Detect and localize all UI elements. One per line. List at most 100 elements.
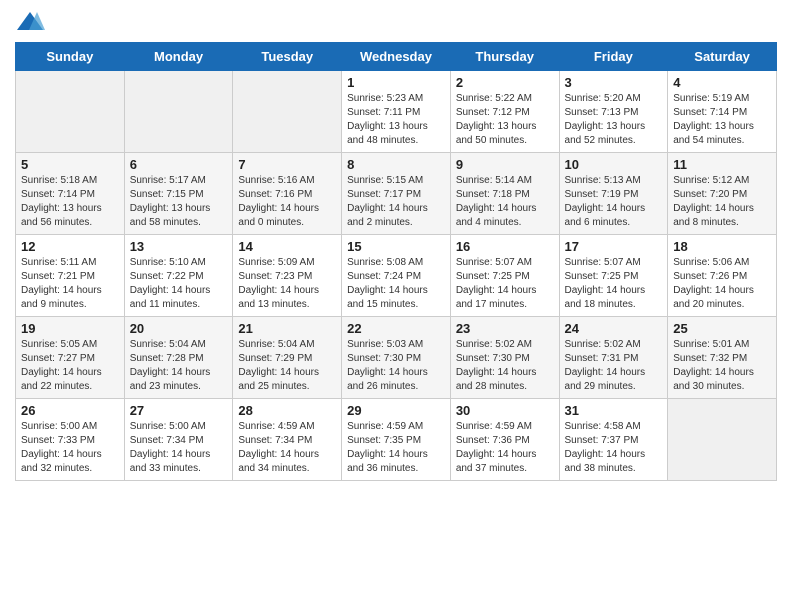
day-info: Sunrise: 5:04 AM Sunset: 7:29 PM Dayligh…: [238, 338, 336, 394]
day-info: Sunrise: 4:59 AM Sunset: 7:35 PM Dayligh…: [347, 420, 445, 476]
calendar-week-row: 1 Sunrise: 5:23 AM Sunset: 7:11 PM Daylig…: [16, 71, 777, 153]
calendar-cell: 22 Sunrise: 5:03 AM Sunset: 7:30 PM Dayli…: [342, 317, 451, 399]
calendar-week-row: 19 Sunrise: 5:05 AM Sunset: 7:27 PM Dayli…: [16, 317, 777, 399]
day-number: 26: [21, 403, 119, 418]
day-number: 16: [456, 239, 554, 254]
day-number: 30: [456, 403, 554, 418]
calendar-cell: [124, 71, 233, 153]
calendar-cell: [668, 399, 777, 481]
calendar-cell: 19 Sunrise: 5:05 AM Sunset: 7:27 PM Dayli…: [16, 317, 125, 399]
day-number: 10: [565, 157, 663, 172]
calendar-cell: 15Sunrise: 5:08 AM Sunset: 7:24 PM Dayli…: [342, 235, 451, 317]
day-info: Sunrise: 5:02 AM Sunset: 7:30 PM Dayligh…: [456, 338, 554, 394]
day-info: Sunrise: 5:23 AM Sunset: 7:11 PM Dayligh…: [347, 92, 445, 148]
calendar-cell: 16 Sunrise: 5:07 AM Sunset: 7:25 PM Dayli…: [450, 235, 559, 317]
day-info: Sunrise: 5:04 AM Sunset: 7:28 PM Dayligh…: [130, 338, 228, 394]
day-info: Sunrise: 5:11 AM Sunset: 7:21 PM Dayligh…: [21, 256, 119, 312]
day-info: Sunrise: 5:07 AM Sunset: 7:25 PM Dayligh…: [456, 256, 554, 312]
calendar-cell: 26 Sunrise: 5:00 AM Sunset: 7:33 PM Dayli…: [16, 399, 125, 481]
day-info: Sunrise: 5:08 AM Sunset: 7:24 PM Dayligh…: [347, 256, 445, 312]
day-info: Sunrise: 5:15 AM Sunset: 7:17 PM Dayligh…: [347, 174, 445, 230]
day-info: Sunrise: 5:02 AM Sunset: 7:31 PM Dayligh…: [565, 338, 663, 394]
calendar-cell: 12 Sunrise: 5:11 AM Sunset: 7:21 PM Dayli…: [16, 235, 125, 317]
day-info: Sunrise: 4:58 AM Sunset: 7:37 PM Dayligh…: [565, 420, 663, 476]
day-number: 14: [238, 239, 336, 254]
day-info: Sunrise: 5:13 AM Sunset: 7:19 PM Dayligh…: [565, 174, 663, 230]
calendar-cell: 20 Sunrise: 5:04 AM Sunset: 7:28 PM Dayli…: [124, 317, 233, 399]
day-number: 31: [565, 403, 663, 418]
day-number: 5: [21, 157, 119, 172]
calendar-cell: 29 Sunrise: 4:59 AM Sunset: 7:35 PM Dayli…: [342, 399, 451, 481]
day-info: Sunrise: 5:17 AM Sunset: 7:15 PM Dayligh…: [130, 174, 228, 230]
day-info: Sunrise: 5:05 AM Sunset: 7:27 PM Dayligh…: [21, 338, 119, 394]
calendar-week-row: 12 Sunrise: 5:11 AM Sunset: 7:21 PM Dayli…: [16, 235, 777, 317]
weekday-header: Wednesday: [342, 43, 451, 71]
day-number: 13: [130, 239, 228, 254]
day-info: Sunrise: 5:16 AM Sunset: 7:16 PM Dayligh…: [238, 174, 336, 230]
calendar-cell: 25 Sunrise: 5:01 AM Sunset: 7:32 PM Dayli…: [668, 317, 777, 399]
day-info: Sunrise: 5:03 AM Sunset: 7:30 PM Dayligh…: [347, 338, 445, 394]
day-number: 4: [673, 75, 771, 90]
calendar-cell: 11 Sunrise: 5:12 AM Sunset: 7:20 PM Dayli…: [668, 153, 777, 235]
day-info: Sunrise: 5:09 AM Sunset: 7:23 PM Dayligh…: [238, 256, 336, 312]
calendar-cell: 6 Sunrise: 5:17 AM Sunset: 7:15 PM Daylig…: [124, 153, 233, 235]
day-info: Sunrise: 5:00 AM Sunset: 7:34 PM Dayligh…: [130, 420, 228, 476]
calendar-cell: 21 Sunrise: 5:04 AM Sunset: 7:29 PM Dayli…: [233, 317, 342, 399]
day-number: 22: [347, 321, 445, 336]
calendar-cell: 28Sunrise: 4:59 AM Sunset: 7:34 PM Dayli…: [233, 399, 342, 481]
day-number: 25: [673, 321, 771, 336]
calendar-cell: 13 Sunrise: 5:10 AM Sunset: 7:22 PM Dayli…: [124, 235, 233, 317]
calendar-week-row: 5 Sunrise: 5:18 AM Sunset: 7:14 PM Daylig…: [16, 153, 777, 235]
weekday-header: Tuesday: [233, 43, 342, 71]
day-info: Sunrise: 5:01 AM Sunset: 7:32 PM Dayligh…: [673, 338, 771, 394]
calendar-cell: 8 Sunrise: 5:15 AM Sunset: 7:17 PM Daylig…: [342, 153, 451, 235]
day-info: Sunrise: 4:59 AM Sunset: 7:36 PM Dayligh…: [456, 420, 554, 476]
page-header: [15, 10, 777, 34]
calendar-cell: [16, 71, 125, 153]
calendar-cell: 1 Sunrise: 5:23 AM Sunset: 7:11 PM Daylig…: [342, 71, 451, 153]
weekday-header: Thursday: [450, 43, 559, 71]
calendar-cell: 18Sunrise: 5:06 AM Sunset: 7:26 PM Dayli…: [668, 235, 777, 317]
day-number: 27: [130, 403, 228, 418]
calendar-cell: 31 Sunrise: 4:58 AM Sunset: 7:37 PM Dayli…: [559, 399, 668, 481]
weekday-header: Sunday: [16, 43, 125, 71]
day-info: Sunrise: 5:10 AM Sunset: 7:22 PM Dayligh…: [130, 256, 228, 312]
day-info: Sunrise: 5:20 AM Sunset: 7:13 PM Dayligh…: [565, 92, 663, 148]
calendar-cell: 5 Sunrise: 5:18 AM Sunset: 7:14 PM Daylig…: [16, 153, 125, 235]
day-number: 11: [673, 157, 771, 172]
calendar-cell: 7Sunrise: 5:16 AM Sunset: 7:16 PM Daylig…: [233, 153, 342, 235]
calendar-cell: 30 Sunrise: 4:59 AM Sunset: 7:36 PM Dayli…: [450, 399, 559, 481]
calendar-cell: 27 Sunrise: 5:00 AM Sunset: 7:34 PM Dayli…: [124, 399, 233, 481]
day-number: 19: [21, 321, 119, 336]
day-info: Sunrise: 5:06 AM Sunset: 7:26 PM Dayligh…: [673, 256, 771, 312]
day-number: 20: [130, 321, 228, 336]
calendar-cell: 14 Sunrise: 5:09 AM Sunset: 7:23 PM Dayli…: [233, 235, 342, 317]
day-number: 24: [565, 321, 663, 336]
day-number: 2: [456, 75, 554, 90]
day-number: 21: [238, 321, 336, 336]
day-number: 3: [565, 75, 663, 90]
calendar-cell: 10 Sunrise: 5:13 AM Sunset: 7:19 PM Dayli…: [559, 153, 668, 235]
day-info: Sunrise: 5:00 AM Sunset: 7:33 PM Dayligh…: [21, 420, 119, 476]
day-number: 12: [21, 239, 119, 254]
day-info: Sunrise: 5:18 AM Sunset: 7:14 PM Dayligh…: [21, 174, 119, 230]
day-number: 29: [347, 403, 445, 418]
weekday-header: Friday: [559, 43, 668, 71]
day-number: 9: [456, 157, 554, 172]
day-number: 1: [347, 75, 445, 90]
calendar-cell: 4 Sunrise: 5:19 AM Sunset: 7:14 PM Daylig…: [668, 71, 777, 153]
day-number: 23: [456, 321, 554, 336]
day-info: Sunrise: 5:12 AM Sunset: 7:20 PM Dayligh…: [673, 174, 771, 230]
calendar-cell: 23 Sunrise: 5:02 AM Sunset: 7:30 PM Dayli…: [450, 317, 559, 399]
day-number: 17: [565, 239, 663, 254]
day-info: Sunrise: 5:19 AM Sunset: 7:14 PM Dayligh…: [673, 92, 771, 148]
day-number: 8: [347, 157, 445, 172]
day-info: Sunrise: 5:22 AM Sunset: 7:12 PM Dayligh…: [456, 92, 554, 148]
day-info: Sunrise: 5:07 AM Sunset: 7:25 PM Dayligh…: [565, 256, 663, 312]
calendar-week-row: 26 Sunrise: 5:00 AM Sunset: 7:33 PM Dayli…: [16, 399, 777, 481]
day-number: 28: [238, 403, 336, 418]
weekday-header: Monday: [124, 43, 233, 71]
day-number: 6: [130, 157, 228, 172]
weekday-header: Saturday: [668, 43, 777, 71]
weekday-header-row: SundayMondayTuesdayWednesdayThursdayFrid…: [16, 43, 777, 71]
